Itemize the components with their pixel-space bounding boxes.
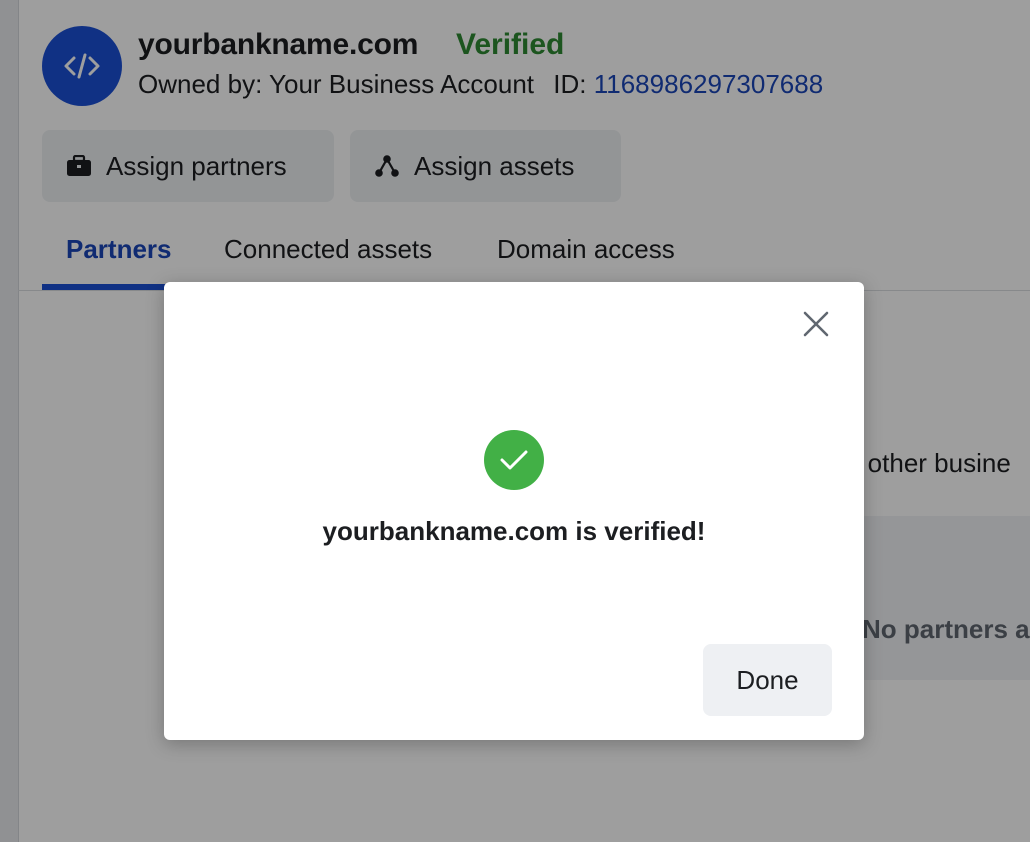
verification-message: yourbankname.com is verified!	[322, 516, 706, 546]
verification-success-dialog: yourbankname.com is verified! Done	[164, 282, 864, 740]
checkmark-icon	[484, 430, 544, 490]
close-icon[interactable]	[798, 306, 834, 342]
done-button[interactable]: Done	[703, 644, 832, 716]
